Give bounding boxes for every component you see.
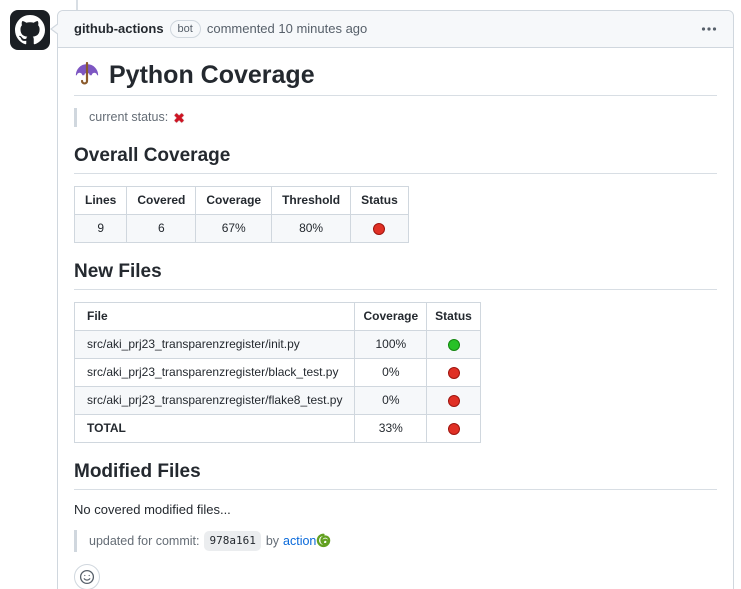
commit-info-quote: updated for commit: 978a161 by action [74, 530, 717, 552]
lines-value: 9 [75, 215, 127, 243]
table-row: 9 6 67% 80% [75, 215, 409, 243]
table-header-row: File Coverage Status [75, 303, 481, 331]
comment-header: github-actions bot commented 10 minutes … [58, 11, 733, 48]
col-coverage: Coverage [355, 303, 427, 331]
overall-coverage-heading: Overall Coverage [74, 144, 717, 174]
commit-label: updated for commit: [89, 533, 199, 550]
report-title-text: Python Coverage [109, 60, 315, 90]
pull-request-timeline: github-actions bot commented 10 minutes … [0, 0, 741, 589]
coverage-value: 0% [355, 387, 427, 415]
col-status: Status [427, 303, 481, 331]
issue-comment: github-actions bot commented 10 minutes … [57, 10, 734, 589]
umbrella-icon [74, 62, 100, 88]
status-dot [448, 395, 460, 407]
total-label: TOTAL [75, 415, 355, 443]
covered-value: 6 [127, 215, 196, 243]
modified-files-heading: Modified Files [74, 460, 717, 490]
col-threshold: Threshold [272, 187, 351, 215]
table-row: src/aki_prj23_transparenzregister/black_… [75, 359, 481, 387]
smiley-icon [79, 569, 95, 585]
threshold-value: 80% [272, 215, 351, 243]
snake-icon [316, 533, 331, 550]
col-lines: Lines [75, 187, 127, 215]
no-modified-files-text: No covered modified files... [74, 502, 717, 518]
comment-author[interactable]: github-actions [74, 21, 164, 37]
coverage-value: 33% [355, 415, 427, 443]
file-path: src/aki_prj23_transparenzregister/flake8… [75, 387, 355, 415]
current-status-quote: current status: ✖ [74, 108, 717, 127]
table-row: src/aki_prj23_transparenzregister/flake8… [75, 387, 481, 415]
report-title: Python Coverage [74, 60, 717, 96]
file-path: src/aki_prj23_transparenzregister/black_… [75, 359, 355, 387]
status-dot [373, 223, 385, 235]
action-link[interactable]: action [283, 533, 316, 550]
add-reaction-button[interactable] [74, 564, 100, 589]
file-path: src/aki_prj23_transparenzregister/init.p… [75, 331, 355, 359]
comment-options-button[interactable] [701, 21, 717, 37]
kebab-horizontal-icon [701, 21, 717, 37]
table-row-total: TOTAL 33% [75, 415, 481, 443]
status-dot [448, 423, 460, 435]
current-status-label: current status: [89, 109, 168, 126]
github-octocat-icon [15, 15, 45, 45]
bot-badge: bot [170, 20, 201, 38]
table-header-row: Lines Covered Coverage Threshold Status [75, 187, 409, 215]
commit-by-text: by [266, 533, 279, 550]
col-status: Status [351, 187, 409, 215]
col-covered: Covered [127, 187, 196, 215]
commit-sha: 978a161 [204, 531, 260, 551]
col-file: File [75, 303, 355, 331]
overall-coverage-table: Lines Covered Coverage Threshold Status … [74, 186, 409, 243]
comment-body: Python Coverage current status: ✖ Overal… [58, 48, 733, 589]
status-dot [448, 339, 460, 351]
col-coverage: Coverage [196, 187, 272, 215]
status-dot [448, 367, 460, 379]
github-actions-avatar[interactable] [10, 10, 50, 50]
coverage-value: 0% [355, 359, 427, 387]
cross-mark-icon: ✖ [173, 111, 185, 125]
table-row: src/aki_prj23_transparenzregister/init.p… [75, 331, 481, 359]
coverage-value: 67% [196, 215, 272, 243]
comment-timestamp[interactable]: commented 10 minutes ago [207, 21, 367, 37]
new-files-heading: New Files [74, 260, 717, 290]
coverage-value: 100% [355, 331, 427, 359]
new-files-table: File Coverage Status src/aki_prj23_trans… [74, 302, 481, 443]
